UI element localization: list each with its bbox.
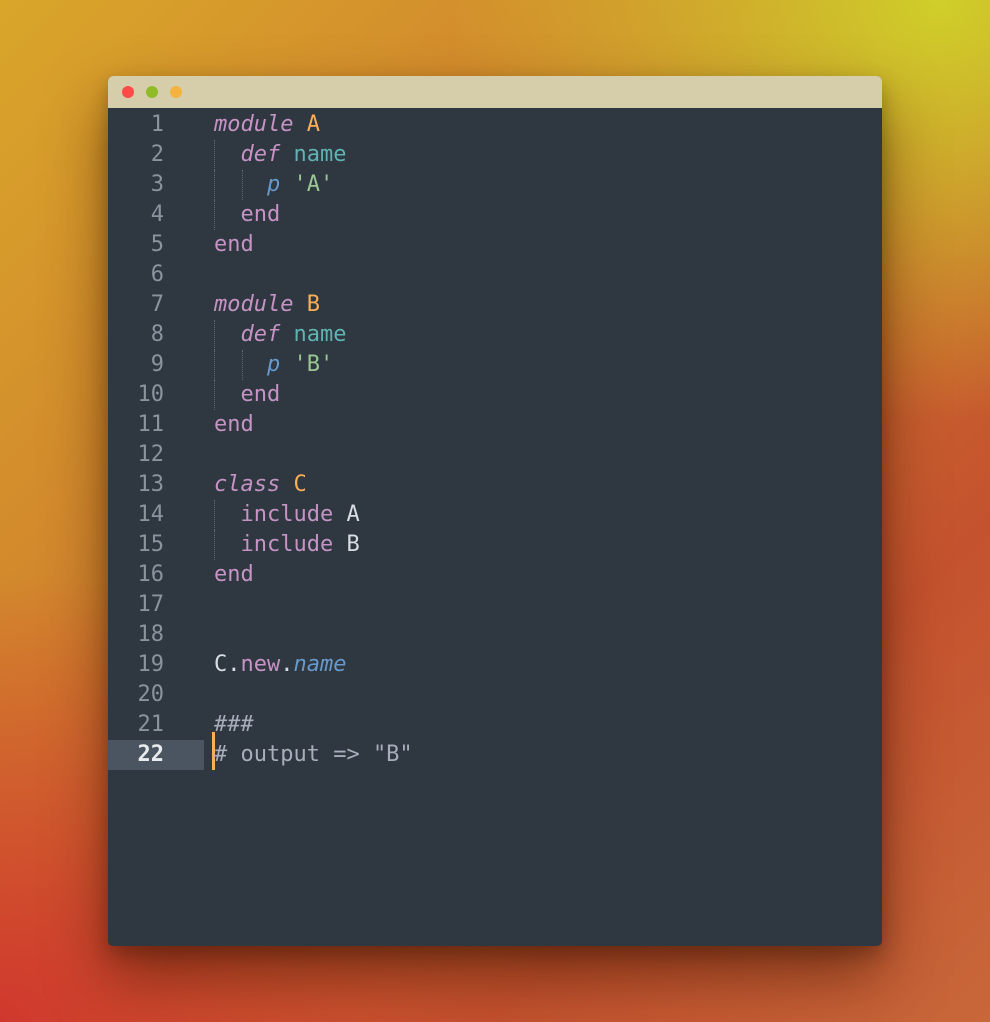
line-number: 13: [137, 472, 165, 497]
token-method-call: name: [293, 652, 347, 677]
token-keyword: module: [214, 292, 294, 317]
line-number: 17: [137, 592, 165, 617]
code-line[interactable]: 21 ###: [108, 710, 882, 740]
line-code: ###: [214, 710, 254, 740]
code-line[interactable]: 9 p 'B': [108, 350, 882, 380]
code-line[interactable]: 18: [108, 620, 882, 650]
code-line[interactable]: 5 end: [108, 230, 882, 260]
code-line[interactable]: 3 p 'A': [108, 170, 882, 200]
code-line[interactable]: 11 end: [108, 410, 882, 440]
code-line[interactable]: 6: [108, 260, 882, 290]
code-editor[interactable]: 1 module A 2 def name 3 p 'A' 4 end 5 en…: [108, 108, 882, 946]
code-line[interactable]: 8 def name: [108, 320, 882, 350]
line-number: 18: [137, 622, 165, 647]
code-line[interactable]: 10 end: [108, 380, 882, 410]
code-line[interactable]: 2 def name: [108, 140, 882, 170]
line-number: 10: [137, 382, 165, 407]
token-constant: C: [293, 472, 307, 497]
line-code: end: [214, 560, 254, 590]
token-keyword: module: [214, 112, 294, 137]
code-line[interactable]: 17: [108, 590, 882, 620]
code-line-active[interactable]: 22 # output => "B": [108, 732, 882, 770]
code-line[interactable]: 16 end: [108, 560, 882, 590]
token-keyword: end: [214, 562, 254, 587]
line-code: include B: [214, 530, 360, 560]
line-code: module A: [214, 110, 320, 140]
line-code: # output => "B": [214, 740, 413, 770]
code-line[interactable]: 19 C.new.name: [108, 650, 882, 680]
line-code: end: [214, 380, 281, 410]
line-number: 2: [150, 142, 164, 167]
line-number: 12: [137, 442, 165, 467]
code-line[interactable]: 7 module B: [108, 290, 882, 320]
line-number: 22: [108, 740, 204, 770]
line-number: 19: [137, 652, 165, 677]
token-constant: C: [214, 652, 228, 677]
line-number: 6: [150, 262, 164, 287]
line-number: 15: [137, 532, 165, 557]
line-code: end: [214, 230, 254, 260]
token-keyword: def: [240, 142, 281, 167]
title-bar: [108, 76, 882, 108]
token-constant: B: [306, 292, 320, 317]
token-punctuation: .: [280, 652, 294, 677]
line-code: def name: [214, 320, 347, 350]
code-line[interactable]: 14 include A: [108, 500, 882, 530]
line-number: 9: [150, 352, 164, 377]
token-string: 'B': [293, 352, 334, 377]
token-method-call: new: [240, 652, 281, 677]
token-string: 'A': [293, 172, 334, 197]
token-keyword: def: [240, 322, 281, 347]
line-code: end: [214, 200, 281, 230]
token-constant: B: [346, 532, 360, 557]
line-number: 1: [150, 112, 164, 137]
line-number: 21: [137, 712, 165, 737]
line-code: p 'B': [214, 350, 333, 380]
line-number: 14: [137, 502, 165, 527]
line-code: end: [214, 410, 254, 440]
token-constant: A: [306, 112, 320, 137]
code-line[interactable]: 20: [108, 680, 882, 710]
code-line[interactable]: 4 end: [108, 200, 882, 230]
line-number: 11: [137, 412, 165, 437]
line-code: def name: [214, 140, 347, 170]
line-code: class C: [214, 470, 307, 500]
token-keyword: end: [240, 202, 281, 227]
line-number: 4: [150, 202, 164, 227]
line-code: p 'A': [214, 170, 333, 200]
token-keyword: include: [240, 532, 334, 557]
code-line[interactable]: 1 module A: [108, 110, 882, 140]
code-line[interactable]: 15 include B: [108, 530, 882, 560]
token-keyword: class: [214, 472, 281, 497]
token-method-name: name: [293, 322, 347, 347]
line-number: 20: [137, 682, 165, 707]
code-line[interactable]: 12: [108, 440, 882, 470]
maximize-window-button[interactable]: [170, 86, 182, 98]
token-keyword: end: [214, 232, 254, 257]
close-window-button[interactable]: [122, 86, 134, 98]
token-function: p: [266, 172, 281, 197]
code-line[interactable]: 13 class C: [108, 470, 882, 500]
token-method-name: name: [293, 142, 347, 167]
editor-window: 1 module A 2 def name 3 p 'A' 4 end 5 en…: [108, 76, 882, 946]
token-punctuation: .: [227, 652, 241, 677]
line-number: 8: [150, 322, 164, 347]
line-code: include A: [214, 500, 360, 530]
token-keyword: end: [214, 412, 254, 437]
minimize-window-button[interactable]: [146, 86, 158, 98]
token-comment: # output => "B": [214, 742, 413, 767]
line-number: 7: [150, 292, 164, 317]
line-number: 16: [137, 562, 165, 587]
token-comment: ###: [214, 712, 254, 737]
token-keyword: end: [240, 382, 281, 407]
token-keyword: include: [240, 502, 334, 527]
line-code: module B: [214, 290, 320, 320]
line-number: 5: [150, 232, 164, 257]
token-constant: A: [346, 502, 360, 527]
token-function: p: [266, 352, 281, 377]
line-number: 3: [150, 172, 164, 197]
line-code: C.new.name: [214, 650, 346, 680]
